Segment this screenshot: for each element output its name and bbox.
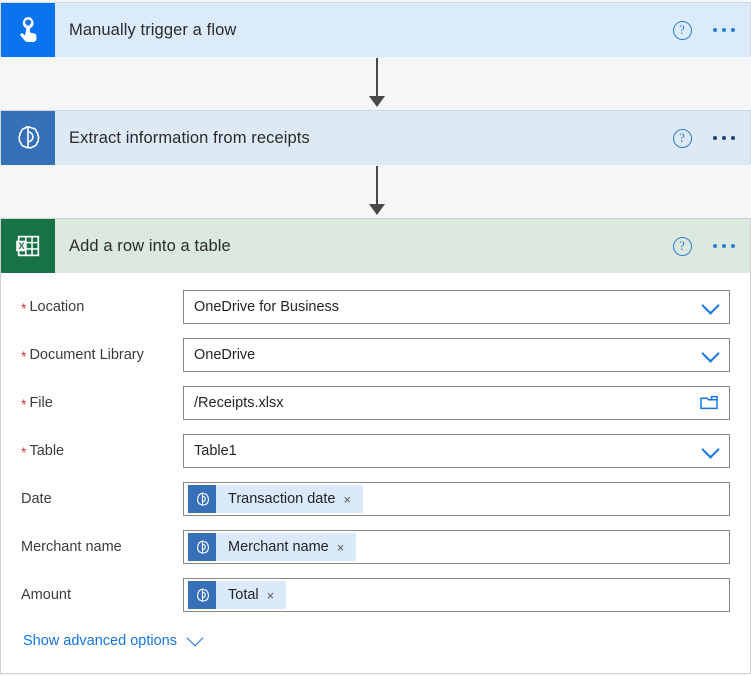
field-row-document-library: * Document Library OneDrive [1, 331, 750, 379]
flow-connector-arrow [369, 58, 385, 108]
field-label-date: Date [21, 491, 183, 507]
field-label-document-library: * Document Library [21, 347, 183, 363]
field-label-text: Merchant name [21, 539, 122, 555]
svg-text:X: X [18, 241, 25, 251]
tap-hand-icon [1, 3, 55, 57]
field-row-merchant-name: Merchant name Merchant name × [1, 523, 750, 571]
action-form: * Location OneDrive for Business * Docum… [1, 273, 750, 649]
field-label-text: File [29, 395, 52, 411]
token-label: Merchant name [216, 539, 333, 555]
dropdown-table[interactable]: Table1 [183, 434, 730, 468]
field-label-merchant-name: Merchant name [21, 539, 183, 555]
chevron-down-icon[interactable] [186, 630, 203, 647]
field-row-amount: Amount Total × [1, 571, 750, 619]
required-marker: * [21, 397, 26, 411]
card-header[interactable]: Extract information from receipts ? [1, 111, 750, 165]
chevron-down-icon[interactable] [701, 296, 719, 314]
field-label-location: * Location [21, 299, 183, 315]
ai-builder-brain-icon [188, 485, 216, 513]
dynamic-content-token[interactable]: Merchant name × [188, 533, 356, 561]
folder-picker-icon[interactable] [700, 395, 718, 410]
more-commands-icon[interactable] [712, 24, 737, 37]
dropdown-value: Table1 [184, 443, 237, 459]
help-icon[interactable]: ? [673, 237, 692, 256]
flow-card-extract-receipts[interactable]: Extract information from receipts ? [0, 110, 751, 164]
token-label: Transaction date [216, 491, 339, 507]
ai-builder-brain-icon [188, 581, 216, 609]
ai-builder-brain-icon [1, 111, 55, 165]
card-title: Add a row into a table [69, 237, 231, 256]
field-label-amount: Amount [21, 587, 183, 603]
help-icon[interactable]: ? [673, 129, 692, 148]
chevron-down-icon[interactable] [701, 440, 719, 458]
field-label-text: Location [29, 299, 84, 315]
show-advanced-options-row[interactable]: Show advanced options [1, 619, 750, 649]
card-header-actions: ? [673, 111, 737, 165]
field-label-table: * Table [21, 443, 183, 459]
ai-builder-brain-icon [188, 533, 216, 561]
file-picker-file[interactable]: /Receipts.xlsx [183, 386, 730, 420]
field-row-location: * Location OneDrive for Business [1, 283, 750, 331]
required-marker: * [21, 301, 26, 315]
field-label-text: Document Library [29, 347, 143, 363]
card-header-actions: ? [673, 3, 737, 57]
flow-designer-canvas: Manually trigger a flow ? Extract inform… [0, 0, 751, 676]
field-label-text: Date [21, 491, 52, 507]
remove-token-icon[interactable]: × [333, 541, 357, 554]
required-marker: * [21, 445, 26, 459]
field-label-text: Table [29, 443, 64, 459]
dynamic-content-token[interactable]: Total × [188, 581, 286, 609]
remove-token-icon[interactable]: × [339, 493, 363, 506]
card-header[interactable]: X Add a row into a table ? [1, 219, 750, 273]
card-title: Manually trigger a flow [69, 21, 236, 40]
required-marker: * [21, 349, 26, 363]
field-row-file: * File /Receipts.xlsx [1, 379, 750, 427]
more-commands-icon[interactable] [712, 132, 737, 145]
flow-card-manual-trigger[interactable]: Manually trigger a flow ? [0, 2, 751, 56]
arrow-stem [376, 58, 378, 97]
chevron-down-icon[interactable] [701, 344, 719, 362]
file-path-value: /Receipts.xlsx [184, 395, 283, 411]
field-label-text: Amount [21, 587, 71, 603]
field-label-file: * File [21, 395, 183, 411]
token-input-date[interactable]: Transaction date × [183, 482, 730, 516]
card-header-actions: ? [673, 219, 737, 273]
arrow-head [369, 96, 385, 107]
token-label: Total [216, 587, 263, 603]
dropdown-location[interactable]: OneDrive for Business [183, 290, 730, 324]
arrow-head [369, 204, 385, 215]
dynamic-content-token[interactable]: Transaction date × [188, 485, 363, 513]
card-title: Extract information from receipts [69, 129, 310, 148]
field-row-table: * Table Table1 [1, 427, 750, 475]
field-row-date: Date Transaction date × [1, 475, 750, 523]
card-header[interactable]: Manually trigger a flow ? [1, 3, 750, 57]
excel-table-icon: X [1, 219, 55, 273]
more-commands-icon[interactable] [712, 240, 737, 253]
token-input-merchant-name[interactable]: Merchant name × [183, 530, 730, 564]
flow-card-add-row-into-table[interactable]: X Add a row into a table ? * Location On… [0, 218, 751, 674]
help-icon[interactable]: ? [673, 21, 692, 40]
dropdown-value: OneDrive for Business [184, 299, 339, 315]
dropdown-document-library[interactable]: OneDrive [183, 338, 730, 372]
arrow-stem [376, 166, 378, 205]
remove-token-icon[interactable]: × [263, 589, 287, 602]
flow-connector-arrow [369, 166, 385, 216]
show-advanced-options-link[interactable]: Show advanced options [23, 633, 177, 649]
dropdown-value: OneDrive [184, 347, 255, 363]
token-input-amount[interactable]: Total × [183, 578, 730, 612]
